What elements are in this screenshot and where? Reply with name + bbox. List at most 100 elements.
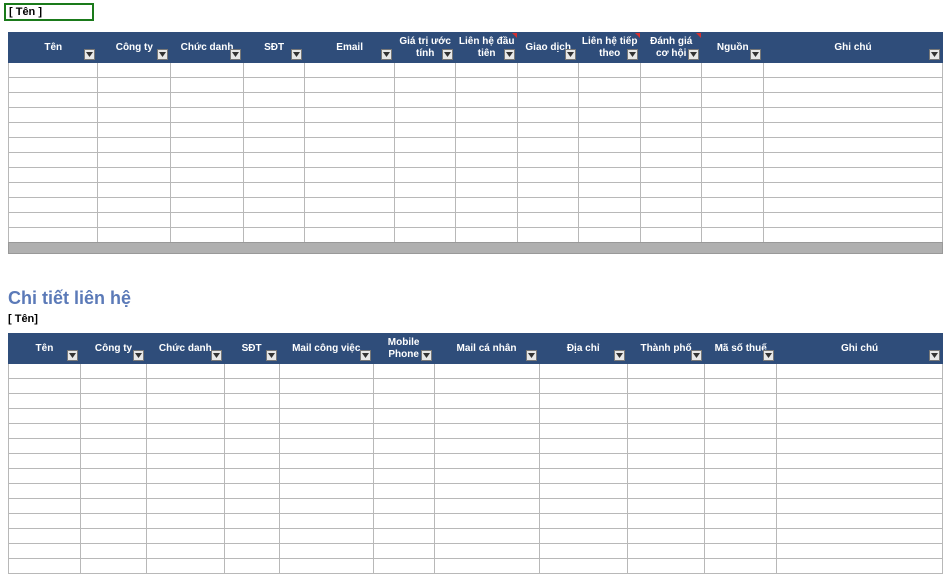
- cell[interactable]: [9, 364, 81, 379]
- active-cell[interactable]: [ Tên ]: [4, 3, 94, 21]
- cell[interactable]: [305, 63, 394, 78]
- filter-dropdown-icon[interactable]: [565, 49, 576, 60]
- cell[interactable]: [98, 108, 171, 123]
- cell[interactable]: [539, 409, 627, 424]
- cell[interactable]: [305, 93, 394, 108]
- cell[interactable]: [9, 454, 81, 469]
- cell[interactable]: [171, 78, 244, 93]
- cell[interactable]: [539, 544, 627, 559]
- filter-dropdown-icon[interactable]: [230, 49, 241, 60]
- cell[interactable]: [373, 409, 434, 424]
- cell[interactable]: [147, 469, 224, 484]
- cell[interactable]: [705, 469, 777, 484]
- column-header[interactable]: Công ty: [98, 33, 171, 63]
- cell[interactable]: [80, 559, 146, 574]
- cell[interactable]: [394, 168, 456, 183]
- cell[interactable]: [640, 123, 702, 138]
- cell[interactable]: [98, 228, 171, 243]
- cell[interactable]: [80, 529, 146, 544]
- column-header[interactable]: Ghi chú: [777, 334, 943, 364]
- cell[interactable]: [579, 93, 641, 108]
- cell[interactable]: [763, 123, 942, 138]
- cell[interactable]: [456, 228, 518, 243]
- cell[interactable]: [517, 108, 579, 123]
- cell[interactable]: [579, 78, 641, 93]
- cell[interactable]: [98, 123, 171, 138]
- column-header[interactable]: Liên hệ tiếp theo: [579, 33, 641, 63]
- cell[interactable]: [579, 153, 641, 168]
- column-header[interactable]: Giao dịch: [517, 33, 579, 63]
- cell[interactable]: [243, 168, 305, 183]
- column-header[interactable]: Nguồn: [702, 33, 764, 63]
- cell[interactable]: [171, 228, 244, 243]
- cell[interactable]: [147, 439, 224, 454]
- cell[interactable]: [627, 559, 704, 574]
- cell[interactable]: [243, 213, 305, 228]
- cell[interactable]: [777, 379, 943, 394]
- cell[interactable]: [517, 93, 579, 108]
- cell[interactable]: [279, 514, 373, 529]
- cell[interactable]: [434, 499, 539, 514]
- filter-dropdown-icon[interactable]: [691, 350, 702, 361]
- cell[interactable]: [373, 454, 434, 469]
- filter-dropdown-icon[interactable]: [381, 49, 392, 60]
- filter-dropdown-icon[interactable]: [504, 49, 515, 60]
- cell[interactable]: [80, 394, 146, 409]
- cell[interactable]: [373, 424, 434, 439]
- cell[interactable]: [705, 514, 777, 529]
- cell[interactable]: [243, 138, 305, 153]
- cell[interactable]: [579, 198, 641, 213]
- column-header[interactable]: Email: [305, 33, 394, 63]
- cell[interactable]: [147, 409, 224, 424]
- cell[interactable]: [517, 123, 579, 138]
- cell[interactable]: [224, 454, 279, 469]
- cell[interactable]: [373, 499, 434, 514]
- filter-dropdown-icon[interactable]: [67, 350, 78, 361]
- cell[interactable]: [373, 514, 434, 529]
- cell[interactable]: [98, 198, 171, 213]
- cell[interactable]: [171, 93, 244, 108]
- cell[interactable]: [539, 469, 627, 484]
- filter-dropdown-icon[interactable]: [133, 350, 144, 361]
- cell[interactable]: [373, 364, 434, 379]
- cell[interactable]: [763, 138, 942, 153]
- cell[interactable]: [517, 183, 579, 198]
- column-header[interactable]: Tên: [9, 334, 81, 364]
- cell[interactable]: [394, 153, 456, 168]
- cell[interactable]: [224, 439, 279, 454]
- cell[interactable]: [539, 559, 627, 574]
- cell[interactable]: [147, 559, 224, 574]
- cell[interactable]: [279, 364, 373, 379]
- cell[interactable]: [702, 108, 764, 123]
- cell[interactable]: [80, 499, 146, 514]
- cell[interactable]: [456, 183, 518, 198]
- cell[interactable]: [627, 424, 704, 439]
- cell[interactable]: [517, 78, 579, 93]
- cell[interactable]: [394, 138, 456, 153]
- cell[interactable]: [705, 529, 777, 544]
- cell[interactable]: [763, 93, 942, 108]
- cell[interactable]: [579, 63, 641, 78]
- cell[interactable]: [9, 379, 81, 394]
- cell[interactable]: [9, 123, 98, 138]
- cell[interactable]: [9, 544, 81, 559]
- cell[interactable]: [579, 138, 641, 153]
- cell[interactable]: [9, 168, 98, 183]
- filter-dropdown-icon[interactable]: [360, 350, 371, 361]
- cell[interactable]: [777, 559, 943, 574]
- cell[interactable]: [98, 153, 171, 168]
- cell[interactable]: [147, 529, 224, 544]
- cell[interactable]: [171, 108, 244, 123]
- cell[interactable]: [305, 153, 394, 168]
- cell[interactable]: [539, 499, 627, 514]
- column-header[interactable]: Chức danh: [147, 334, 224, 364]
- cell[interactable]: [243, 153, 305, 168]
- cell[interactable]: [777, 454, 943, 469]
- cell[interactable]: [640, 183, 702, 198]
- cell[interactable]: [243, 93, 305, 108]
- cell[interactable]: [80, 484, 146, 499]
- cell[interactable]: [147, 424, 224, 439]
- cell[interactable]: [777, 409, 943, 424]
- cell[interactable]: [171, 183, 244, 198]
- cell[interactable]: [9, 213, 98, 228]
